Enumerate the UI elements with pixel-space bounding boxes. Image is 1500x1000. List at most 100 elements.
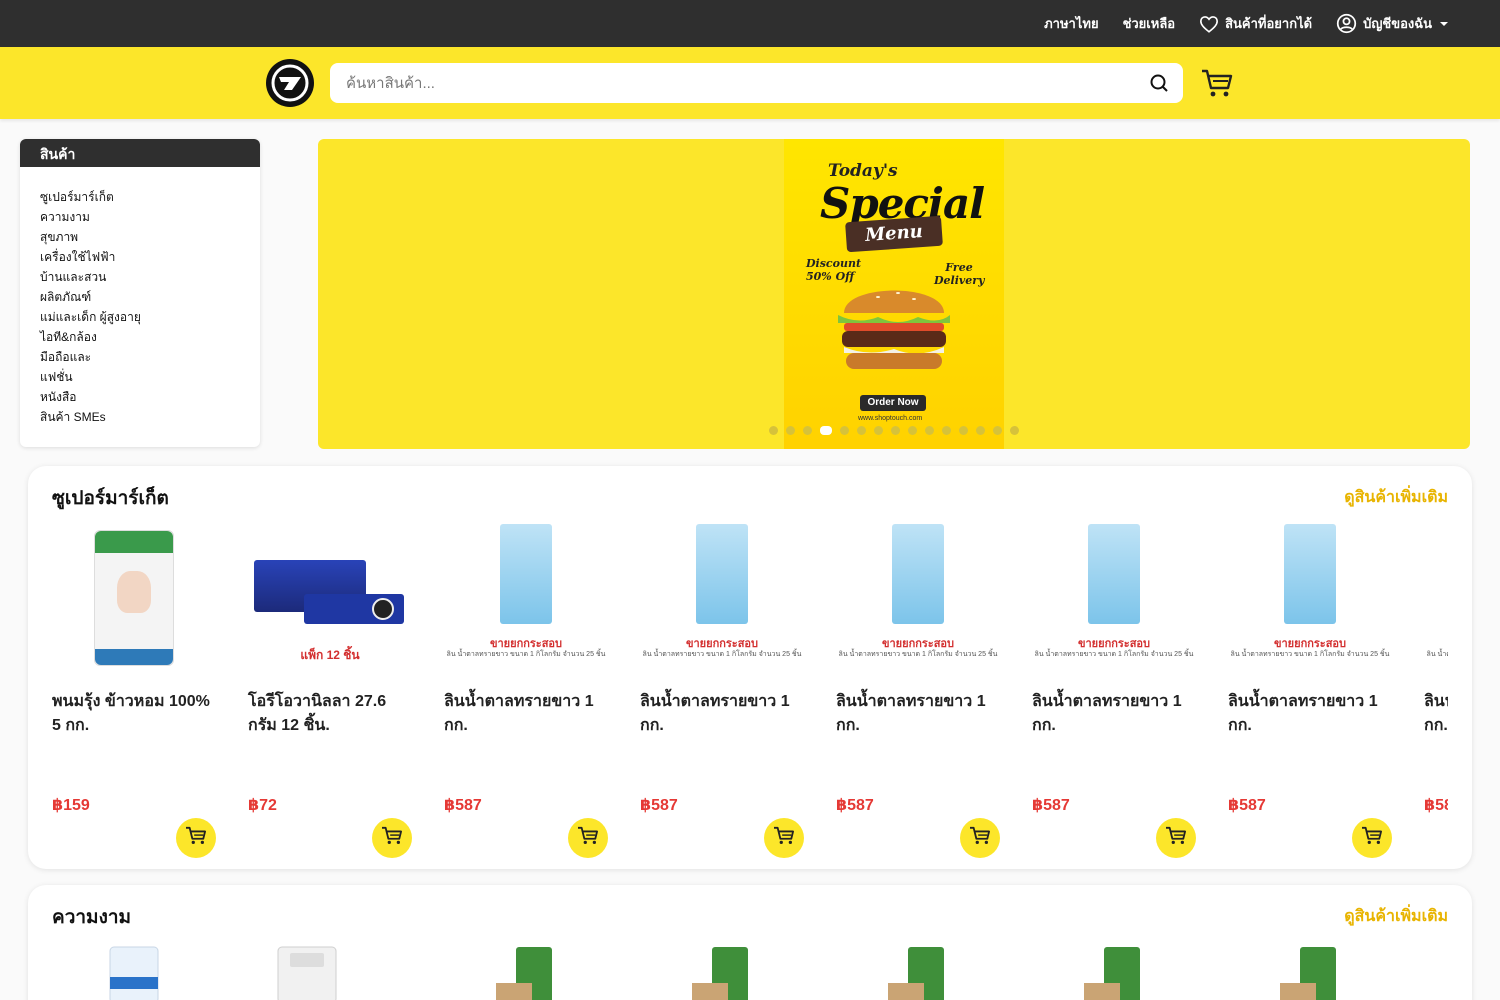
category-item[interactable]: บ้านและสวน — [40, 267, 240, 287]
category-item[interactable]: แม่และเด็ก ผู้สูงอายุ — [40, 307, 240, 327]
product-name[interactable]: ลินน้ำตาลทรายขาว 1 กก. — [1228, 690, 1396, 738]
carousel-dot[interactable] — [1010, 426, 1019, 435]
product-name[interactable]: ลินน้ำตาลทรายขาว 1 กก. — [640, 690, 808, 738]
product-price: ฿587 — [836, 797, 874, 814]
user-icon — [1336, 13, 1357, 34]
product-image[interactable]: ขายยกกระสอบลิน น้ำตาลทรายขาว ขนาด 1 กิโล… — [444, 524, 608, 674]
carousel-dot[interactable] — [840, 426, 849, 435]
language-link[interactable]: ภาษาไทย — [1044, 13, 1098, 34]
category-item[interactable]: สุขภาพ — [40, 227, 240, 247]
section-title: ซูเปอร์มาร์เก็ต — [52, 488, 169, 509]
carousel-dot[interactable] — [786, 426, 795, 435]
add-to-cart-button[interactable] — [372, 818, 412, 858]
product-name[interactable]: พนมรุ้ง ข้าวหอม 100% 5 กก. — [52, 690, 220, 738]
carousel-dot[interactable] — [803, 426, 812, 435]
product-image[interactable] — [266, 943, 337, 1000]
product-image[interactable]: ขายยกกระสอบลิน น้ำตาลทรายขาว ขนาด 1 กิโล… — [640, 524, 804, 674]
product-name[interactable]: ลินน้ำตาลทรายขาว 1 กก. — [444, 690, 612, 738]
category-item[interactable]: หนังสือ — [40, 387, 240, 407]
product-image[interactable]: ขายยกกระสอบลิน น้ำตาลทรายขาว ขนาด 1 กิโล… — [1228, 524, 1392, 674]
cart-icon — [577, 826, 599, 851]
add-to-cart-button[interactable] — [568, 818, 608, 858]
promo-banner[interactable]: Today's Special Menu Discount 50% Off Fr… — [318, 139, 1470, 449]
seven-logo-icon — [271, 64, 309, 102]
carousel-dot[interactable] — [993, 426, 1002, 435]
special-menu-poster: Today's Special Menu Discount 50% Off Fr… — [784, 139, 1004, 449]
add-to-cart-button[interactable] — [764, 818, 804, 858]
product-image[interactable] — [1082, 943, 1142, 1000]
category-item[interactable]: ไอที&กล้อง — [40, 327, 240, 347]
product-price: ฿587 — [1424, 797, 1448, 814]
promo-subtext: ลิน น้ำตาลทรายขาว ขนาด 1 กิโลกรัม จำนวน … — [1426, 651, 1448, 658]
product-image[interactable]: ขายยกกระสอบลิน น้ำตาลทรายขาว ขนาด 1 กิโล… — [1032, 524, 1196, 674]
help-link[interactable]: ช่วยเหลือ — [1123, 13, 1176, 34]
category-item[interactable]: แฟชั่น — [40, 367, 240, 387]
wishlist-link[interactable]: สินค้าที่อยากได้ — [1199, 13, 1312, 34]
account-menu[interactable]: บัญชีของฉัน — [1336, 13, 1450, 34]
category-item[interactable]: ซูเปอร์มาร์เก็ต — [40, 187, 240, 207]
top-bar: ภาษาไทย ช่วยเหลือ สินค้าที่อยากได้ บัญชี… — [0, 0, 1500, 47]
category-item[interactable]: มือถือและ — [40, 347, 240, 367]
category-item[interactable]: เครื่องใช้ไฟฟ้า — [40, 247, 240, 267]
order-now-button[interactable]: Order Now — [860, 395, 926, 411]
product-card[interactable]: ขายยกกระสอบลิน น้ำตาลทรายขาว ขนาด 1 กิโล… — [1228, 524, 1404, 864]
category-item[interactable]: สินค้า SMEs — [40, 407, 240, 427]
carousel-dot[interactable] — [857, 426, 866, 435]
product-card[interactable]: พนมรุ้ง ข้าวหอม 100% 5 กก. ฿159 — [52, 524, 228, 864]
carousel-dot[interactable] — [925, 426, 934, 435]
product-name[interactable]: ลินน้ำตาลทรายขาว 1 กก. — [836, 690, 1004, 738]
product-image[interactable]: ขายยกกระสอบลิน น้ำตาลทรายขาว ขนาด 1 กิโล… — [1424, 524, 1448, 674]
see-more-link[interactable]: ดูสินค้าเพิ่มเติม — [1344, 904, 1448, 929]
see-more-link[interactable]: ดูสินค้าเพิ่มเติม — [1344, 485, 1448, 510]
poster-site: www.shoptouch.com — [858, 415, 923, 422]
product-image[interactable] — [52, 524, 216, 674]
add-to-cart-button[interactable] — [176, 818, 216, 858]
product-name[interactable]: ลินน้ำตาลทรายขาว 1 กก. — [1032, 690, 1200, 738]
product-card[interactable]: ขายยกกระสอบลิน น้ำตาลทรายขาว ขนาด 1 กิโล… — [444, 524, 620, 864]
product-card[interactable]: ขายยกกระสอบลิน น้ำตาลทรายขาว ขนาด 1 กิโล… — [1424, 524, 1448, 864]
add-to-cart-button[interactable] — [1352, 818, 1392, 858]
product-image[interactable] — [886, 943, 946, 1000]
promo-subtext: ลิน น้ำตาลทรายขาว ขนาด 1 กิโลกรัม จำนวน … — [642, 651, 802, 658]
product-image[interactable] — [690, 943, 750, 1000]
category-sidebar: สินค้า ซูเปอร์มาร์เก็ต ความงาม สุขภาพ เค… — [20, 139, 260, 447]
product-image[interactable] — [104, 943, 164, 1000]
carousel-dot[interactable] — [769, 426, 778, 435]
product-card[interactable]: แพ็ก 12 ชิ้นโอรีโอวานิลลา 27.6 กรัม 12 ช… — [248, 524, 424, 864]
carousel-dot[interactable] — [908, 426, 917, 435]
promo-subtext: ลิน น้ำตาลทรายขาว ขนาด 1 กิโลกรัม จำนวน … — [1230, 651, 1390, 658]
product-price: ฿72 — [248, 797, 277, 814]
cart-icon — [1202, 69, 1233, 97]
product-card[interactable]: ขายยกกระสอบลิน น้ำตาลทรายขาว ขนาด 1 กิโล… — [640, 524, 816, 864]
cart-icon — [773, 826, 795, 851]
product-image[interactable]: ขายยกกระสอบลิน น้ำตาลทรายขาว ขนาด 1 กิโล… — [836, 524, 1000, 674]
carousel-dot[interactable] — [874, 426, 883, 435]
product-price: ฿587 — [640, 797, 678, 814]
add-to-cart-button[interactable] — [1156, 818, 1196, 858]
product-image[interactable] — [1278, 943, 1338, 1000]
promo-subtext: ลิน น้ำตาลทรายขาว ขนาด 1 กิโลกรัม จำนวน … — [838, 651, 998, 658]
product-price: ฿587 — [1228, 797, 1266, 814]
product-name[interactable]: โอรีโอวานิลลา 27.6 กรัม 12 ชิ้น. — [248, 690, 416, 738]
promo-subtext: ลิน น้ำตาลทรายขาว ขนาด 1 กิโลกรัม จำนวน … — [1034, 651, 1194, 658]
section-title: ความงาม — [52, 907, 132, 928]
category-item[interactable]: ผลิตภัณฑ์ — [40, 287, 240, 307]
product-image[interactable]: แพ็ก 12 ชิ้น — [248, 524, 412, 674]
product-name[interactable]: ลินน้ำตาลทรายขาว 1 กก. — [1424, 690, 1448, 738]
add-to-cart-button[interactable] — [960, 818, 1000, 858]
product-card[interactable]: ขายยกกระสอบลิน น้ำตาลทรายขาว ขนาด 1 กิโล… — [836, 524, 1012, 864]
store-logo[interactable] — [266, 59, 314, 107]
category-list: ซูเปอร์มาร์เก็ต ความงาม สุขภาพ เครื่องใช… — [20, 167, 260, 427]
carousel-dot[interactable] — [820, 426, 832, 435]
cart-button[interactable] — [1200, 67, 1234, 99]
carousel-dot[interactable] — [891, 426, 900, 435]
carousel-dot[interactable] — [976, 426, 985, 435]
carousel-dot[interactable] — [942, 426, 951, 435]
beauty-section: ความงาม ดูสินค้าเพิ่มเติม — [28, 885, 1472, 1000]
product-card[interactable]: ขายยกกระสอบลิน น้ำตาลทรายขาว ขนาด 1 กิโล… — [1032, 524, 1208, 864]
product-image[interactable] — [494, 943, 554, 1000]
category-item[interactable]: ความงาม — [40, 207, 240, 227]
search-input[interactable] — [346, 74, 1147, 92]
carousel-dot[interactable] — [959, 426, 968, 435]
search-button[interactable] — [1147, 71, 1171, 95]
